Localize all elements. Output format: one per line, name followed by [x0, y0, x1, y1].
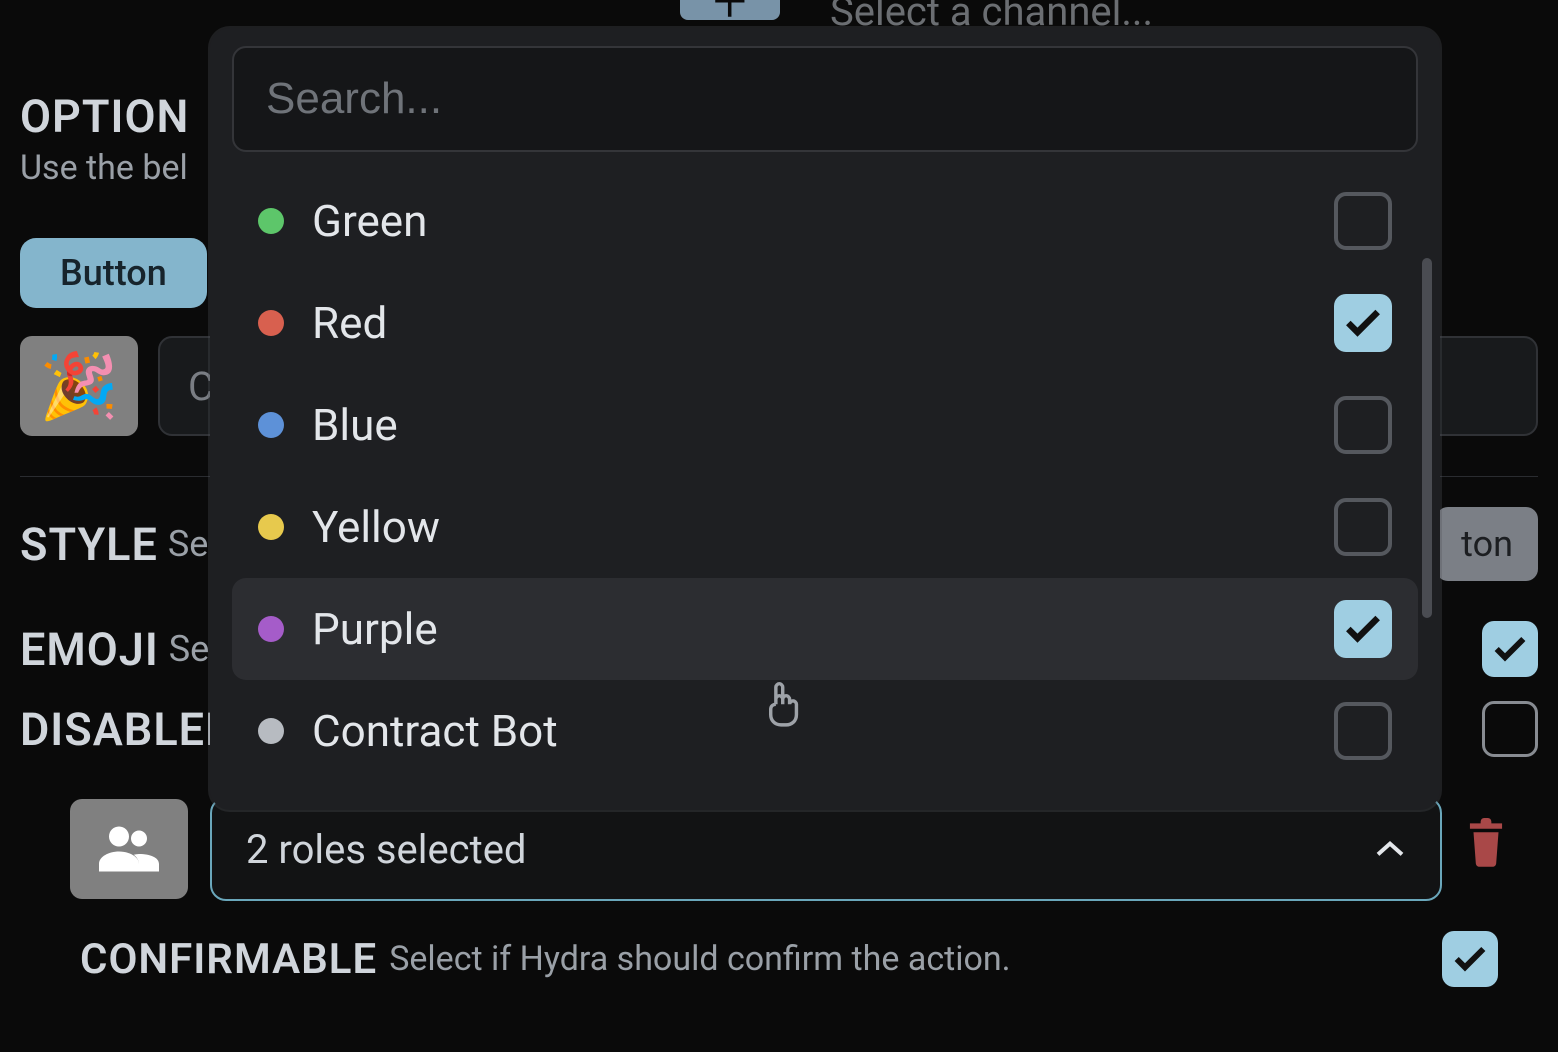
role-checkbox[interactable]: [1334, 396, 1392, 454]
role-name-label: Contract Bot: [312, 705, 1306, 757]
scrollbar-track[interactable]: [1422, 198, 1432, 758]
style-label: STYLE: [20, 518, 158, 571]
role-checkbox[interactable]: [1334, 702, 1392, 760]
emoji-toggle-checkbox[interactable]: [1482, 621, 1538, 677]
component-type-button[interactable]: Button: [20, 238, 207, 308]
roles-icon-box[interactable]: [70, 799, 188, 899]
role-checkbox[interactable]: [1334, 192, 1392, 250]
role-name-label: Red: [312, 297, 1306, 349]
disabled-toggle-checkbox[interactable]: [1482, 701, 1538, 757]
add-channel-button[interactable]: +: [680, 0, 780, 20]
role-name-label: Yellow: [312, 501, 1306, 553]
emoji-picker-button[interactable]: 🎉: [20, 336, 138, 436]
confirmable-setting-row: CONFIRMABLE Select if Hydra should confi…: [80, 931, 1498, 987]
role-item[interactable]: Contract Bot: [232, 680, 1418, 782]
role-item[interactable]: Red: [232, 272, 1418, 374]
checkmark-icon: [1450, 939, 1490, 979]
role-color-dot: [258, 310, 284, 336]
roles-dropdown: Green Red Blue Yellow Purple Contract Bot: [210, 28, 1440, 810]
chevron-up-icon: [1374, 829, 1406, 869]
roles-selected-text: 2 roles selected: [246, 826, 526, 873]
search-input-wrap: [232, 46, 1418, 152]
confirmable-desc: Select if Hydra should confirm the actio…: [389, 939, 1010, 979]
trash-icon: [1464, 818, 1508, 868]
role-name-label: Purple: [312, 603, 1306, 655]
confirmable-toggle-checkbox[interactable]: [1442, 931, 1498, 987]
emoji-label: EMOJI: [20, 623, 159, 676]
role-color-dot: [258, 616, 284, 642]
role-color-dot: [258, 412, 284, 438]
scrollbar-thumb[interactable]: [1422, 258, 1432, 618]
search-input[interactable]: [266, 74, 1384, 124]
role-item[interactable]: Purple: [232, 578, 1418, 680]
people-icon: [98, 824, 160, 874]
role-color-dot: [258, 514, 284, 540]
role-name-label: Green: [312, 195, 1306, 247]
role-selector-row: 2 roles selected: [20, 797, 1538, 901]
role-item[interactable]: Blue: [232, 374, 1418, 476]
cursor-pointer-icon: [760, 682, 802, 734]
role-list: Green Red Blue Yellow Purple Contract Bot: [232, 170, 1418, 782]
checkmark-icon: [1341, 607, 1385, 651]
checkmark-icon: [1490, 629, 1530, 669]
role-checkbox[interactable]: [1334, 600, 1392, 658]
role-checkbox[interactable]: [1334, 294, 1392, 352]
role-item[interactable]: Green: [232, 170, 1418, 272]
confirmable-label: CONFIRMABLE: [80, 935, 377, 984]
disabled-label: DISABLED: [20, 703, 235, 756]
delete-option-button[interactable]: [1464, 818, 1508, 881]
role-checkbox[interactable]: [1334, 498, 1392, 556]
role-color-dot: [258, 208, 284, 234]
role-name-label: Blue: [312, 399, 1306, 451]
roles-multiselect[interactable]: 2 roles selected: [210, 797, 1442, 901]
role-item[interactable]: Yellow: [232, 476, 1418, 578]
style-button-partial[interactable]: ton: [1436, 507, 1538, 581]
checkmark-icon: [1341, 301, 1385, 345]
role-color-dot: [258, 718, 284, 744]
